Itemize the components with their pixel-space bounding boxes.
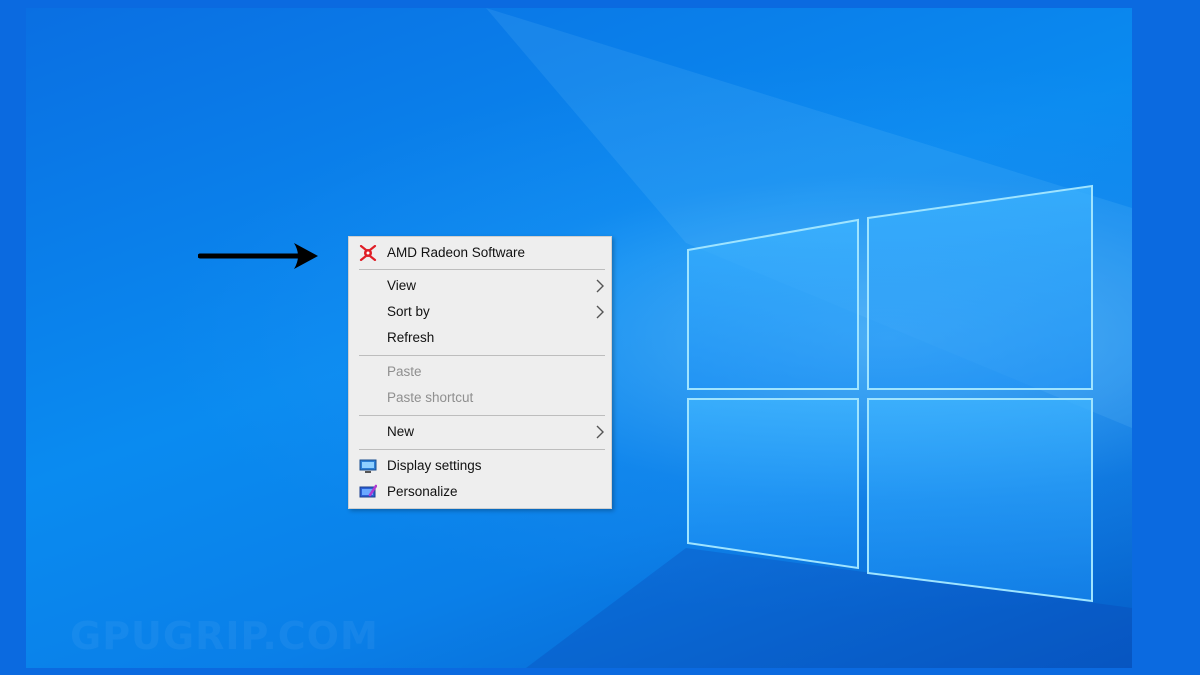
personalize-icon	[359, 484, 377, 498]
menu-item-paste-shortcut: Paste shortcut	[349, 385, 611, 411]
menu-item-label: View	[387, 278, 417, 293]
menu-item-label: Sort by	[387, 304, 430, 319]
menu-item-paste: Paste	[349, 359, 611, 385]
menu-item-label: Refresh	[387, 330, 435, 345]
menu-item-refresh[interactable]: Refresh	[349, 325, 611, 351]
menu-separator	[359, 449, 605, 450]
menu-item-sort-by[interactable]: Sort by	[349, 299, 611, 325]
chevron-right-icon	[596, 279, 604, 293]
menu-item-display-settings[interactable]: Display settings	[349, 453, 611, 479]
menu-item-label: Display settings	[387, 458, 482, 473]
menu-item-label: Paste	[387, 364, 422, 379]
menu-separator	[359, 415, 605, 416]
menu-item-view[interactable]: View	[349, 273, 611, 299]
screenshot-frame: GPUGRIP.COM AMD Radeon Software View Sor…	[0, 0, 1200, 675]
chevron-right-icon	[596, 425, 604, 439]
menu-separator	[359, 269, 605, 270]
desktop-context-menu: AMD Radeon Software View Sort by Refresh…	[348, 236, 612, 509]
menu-item-amd-radeon-software[interactable]: AMD Radeon Software	[349, 240, 611, 266]
menu-item-label: AMD Radeon Software	[387, 245, 526, 260]
amd-radeon-icon	[359, 245, 377, 261]
menu-separator	[359, 355, 605, 356]
menu-item-label: Paste shortcut	[387, 390, 474, 405]
display-settings-icon	[359, 459, 377, 473]
chevron-right-icon	[596, 305, 604, 319]
menu-item-new[interactable]: New	[349, 419, 611, 445]
watermark: GPUGRIP.COM	[70, 614, 379, 658]
menu-item-personalize[interactable]: Personalize	[349, 479, 611, 505]
menu-item-label: Personalize	[387, 484, 458, 499]
menu-item-label: New	[387, 424, 415, 439]
pointer-arrow-icon	[198, 243, 318, 269]
